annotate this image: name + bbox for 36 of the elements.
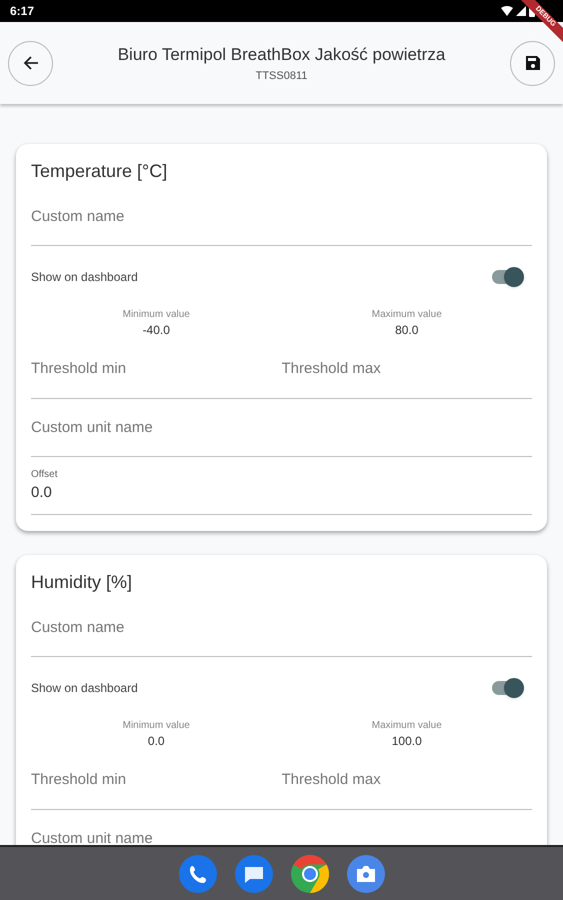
clock-text: 6:17 xyxy=(10,3,34,20)
input-field[interactable]: Threshold min xyxy=(31,749,282,809)
field-value: 0.0 xyxy=(31,482,53,502)
toggle-switch[interactable] xyxy=(490,267,524,287)
value-label: Maximum value xyxy=(372,308,442,322)
browser-icon[interactable] xyxy=(290,854,328,892)
value-label: Minimum value xyxy=(122,719,190,733)
value-label: Minimum value xyxy=(122,308,190,322)
wifi-icon xyxy=(501,6,513,16)
value-text: -40.0 xyxy=(142,322,170,338)
save-button[interactable] xyxy=(510,40,555,86)
value-text: 100.0 xyxy=(392,733,422,749)
offset-field[interactable]: Offset 0.0 xyxy=(31,457,532,515)
card-title: Temperature [°C] xyxy=(31,160,168,183)
toggle-switch[interactable] xyxy=(490,678,524,698)
toggle-label: Show on dashboard xyxy=(31,680,138,697)
field-label: Offset xyxy=(31,468,58,482)
card-title: Humidity [%] xyxy=(31,571,134,594)
input-field[interactable]: Custom unit name xyxy=(31,399,532,457)
page-subtitle: TTSS0811 xyxy=(256,68,308,84)
phone-icon[interactable] xyxy=(178,854,216,892)
back-button[interactable] xyxy=(8,40,53,86)
camera-icon[interactable] xyxy=(346,854,384,892)
value-text: 80.0 xyxy=(395,322,418,338)
input-field[interactable]: Threshold max xyxy=(282,749,532,809)
messages-icon[interactable] xyxy=(234,854,272,892)
input-field[interactable]: Threshold min xyxy=(31,338,282,398)
toggle-label: Show on dashboard xyxy=(31,269,138,286)
input-field[interactable]: Threshold max xyxy=(282,338,532,398)
page-title: Biuro Termipol BreathBox Jakość powietrza xyxy=(118,44,446,66)
input-field[interactable]: Custom name xyxy=(31,188,532,246)
input-field[interactable]: Custom name xyxy=(31,599,532,657)
signal-icon xyxy=(516,6,526,16)
value-label: Maximum value xyxy=(372,719,442,733)
value-text: 0.0 xyxy=(148,733,165,749)
back-arrow-icon xyxy=(22,55,38,71)
